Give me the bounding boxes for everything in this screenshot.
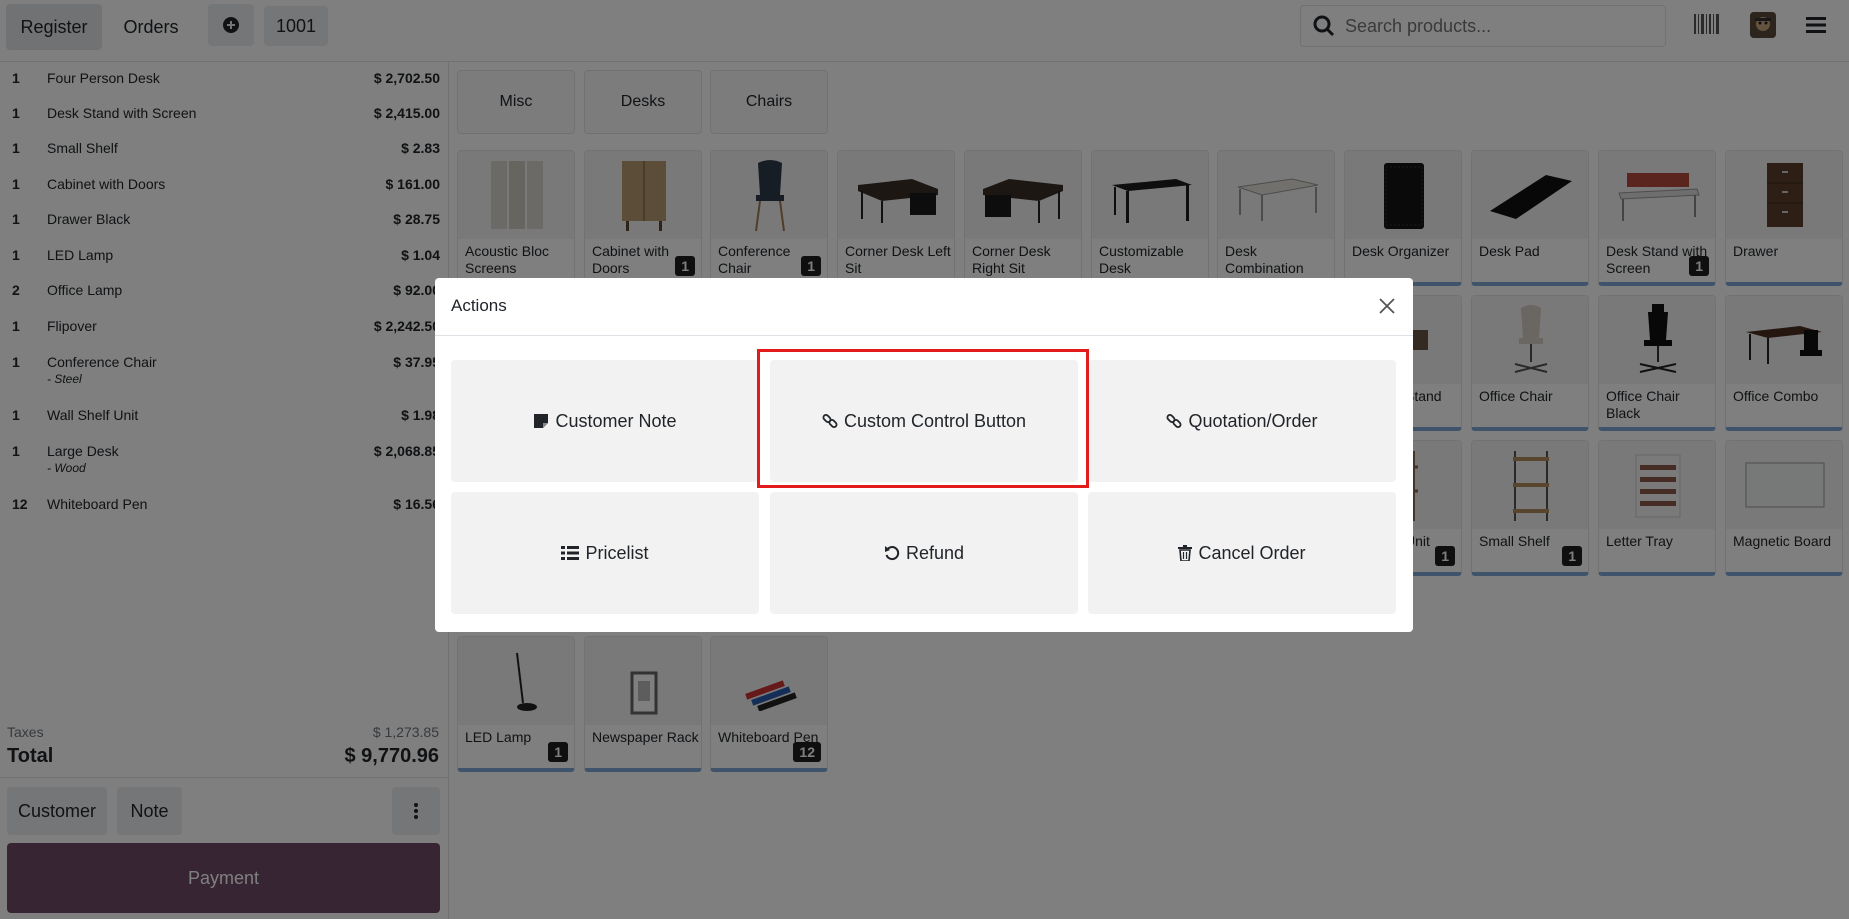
link-icon [1166, 413, 1182, 429]
cancel-order-button[interactable]: Cancel Order [1088, 492, 1396, 614]
action-label: Quotation/Order [1188, 410, 1318, 431]
highlight-box [757, 349, 1089, 488]
refund-button[interactable]: Refund [770, 492, 1078, 614]
quotation-order-button[interactable]: Quotation/Order [1088, 360, 1396, 482]
action-label: Cancel Order [1198, 542, 1306, 563]
trash-icon [1178, 545, 1193, 561]
close-icon[interactable] [1377, 296, 1397, 316]
customer-note-button[interactable]: Customer Note [451, 360, 759, 482]
sticky-note-icon [533, 413, 549, 429]
dialog-title: Actions [451, 296, 507, 315]
action-label: Pricelist [585, 542, 649, 563]
pricelist-button[interactable]: Pricelist [451, 492, 759, 614]
action-label: Refund [905, 542, 965, 563]
undo-icon [884, 545, 900, 561]
dialog-header: Actions [435, 278, 1413, 336]
action-label: Customer Note [555, 410, 677, 431]
list-icon [561, 545, 580, 561]
